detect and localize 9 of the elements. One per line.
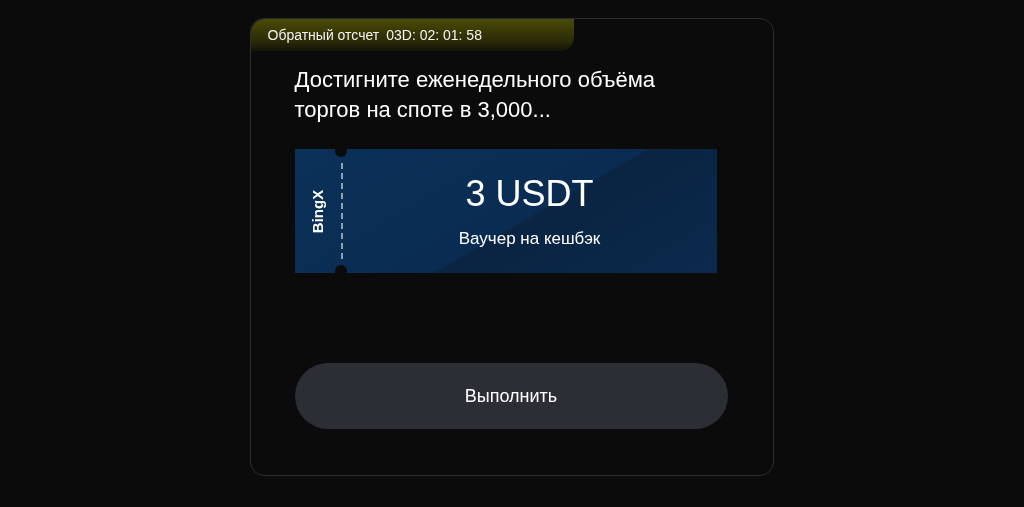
voucher-type: Ваучер на кешбэк: [458, 229, 601, 249]
complete-button[interactable]: Выполнить: [294, 363, 728, 429]
countdown-label: Обратный отсчет: [267, 27, 380, 43]
countdown-timer: 03D: 02: 01: 58: [386, 27, 482, 43]
ticket-notch: [334, 265, 347, 273]
voucher-amount: 3 USDT: [465, 173, 594, 215]
brand-logo: BingX: [309, 189, 326, 233]
ticket-notch: [334, 149, 347, 157]
task-title: Достигните еженедельного объёма торгов на споте в 3,000...: [294, 66, 657, 124]
